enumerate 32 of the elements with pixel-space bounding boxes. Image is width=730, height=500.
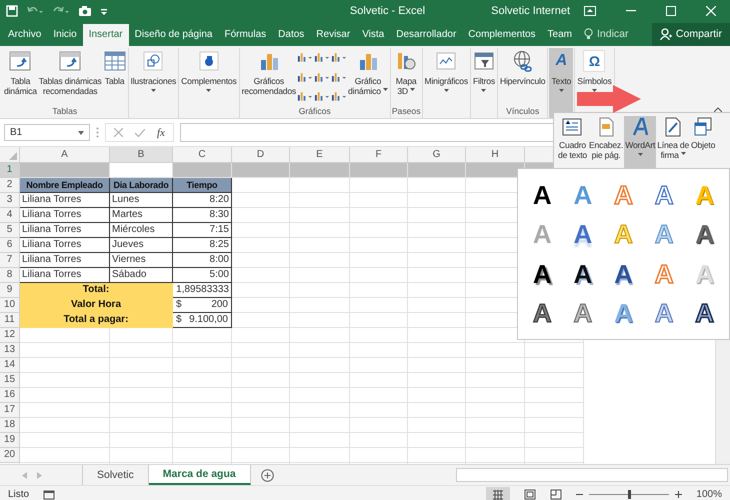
group-label: Tablas	[52, 106, 78, 118]
table-cell: 8:00	[173, 253, 232, 268]
table-header-cell: Tiempo	[173, 178, 232, 193]
table-cell: Lunes	[110, 193, 173, 208]
table-header-cell: Dia Laborado	[110, 178, 173, 193]
table-cell: Liliana Torres	[20, 223, 110, 238]
summary-label: Total a pagar:	[20, 313, 173, 328]
table-cell: Liliana Torres	[20, 238, 110, 253]
table-cell: Liliana Torres	[20, 253, 110, 268]
user-name: Solvetic Internet	[491, 5, 570, 17]
table-header-cell: Nombre Empleado	[20, 178, 110, 193]
table-cell: 8:25	[173, 238, 232, 253]
table-cell: 5:00	[173, 268, 232, 283]
table-cell: 8:30	[173, 208, 232, 223]
table-cell: Liliana Torres	[20, 208, 110, 223]
table-cell: Martes	[110, 208, 173, 223]
table-cell: Liliana Torres	[20, 193, 110, 208]
table-cell: Viernes	[110, 253, 173, 268]
table-cell: 8:20	[173, 193, 232, 208]
group-label: Paseos	[392, 106, 420, 118]
summary-label: Total:	[20, 283, 173, 298]
summary-value: $ 9.100,00	[173, 313, 232, 328]
window-title: Solvetic - Excel	[348, 5, 426, 17]
summary-value: $ 200	[173, 298, 232, 313]
summary-value: 1,89583333	[173, 283, 232, 298]
group-label: Gráficos	[298, 106, 331, 118]
status-text: Listo	[8, 489, 30, 500]
summary-label: Valor Hora	[20, 298, 173, 313]
group-label: Vínculos	[506, 106, 540, 118]
table-cell: Jueves	[110, 238, 173, 253]
table-cell: 7:15	[173, 223, 232, 238]
table-cell: Miércoles	[110, 223, 173, 238]
